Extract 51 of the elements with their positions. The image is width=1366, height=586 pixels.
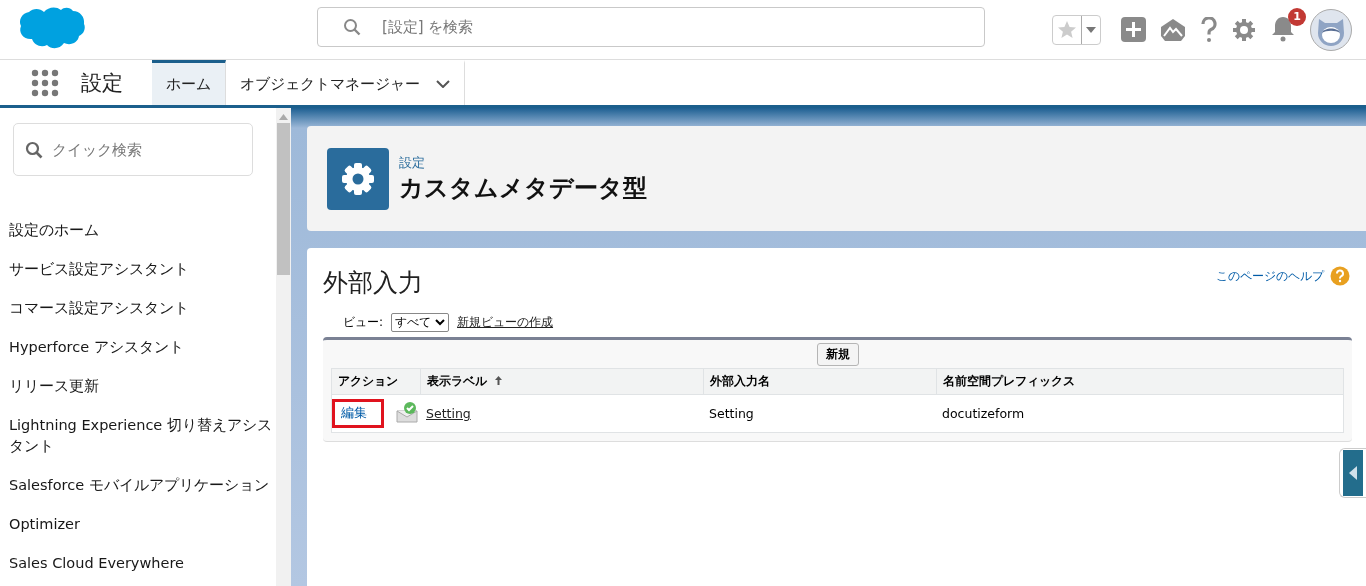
nav-tab[interactable]: ホーム bbox=[152, 60, 226, 105]
sidebar-item[interactable]: Hyperforce アシスタント bbox=[9, 337, 276, 358]
chevron-down-icon[interactable] bbox=[436, 80, 450, 88]
quick-search-field[interactable]: クイック検索 bbox=[13, 123, 253, 176]
caret-icon bbox=[1086, 26, 1096, 33]
view-select[interactable]: すべて bbox=[391, 313, 450, 332]
scrollbar[interactable] bbox=[275, 108, 291, 586]
edit-link[interactable]: 編集 bbox=[332, 399, 384, 428]
settings-icon[interactable] bbox=[1232, 17, 1256, 42]
sidebar-item[interactable]: Lightning Experience 切り替えアシスタント bbox=[9, 415, 276, 457]
sidebar-item[interactable]: コマース設定アシスタント bbox=[9, 298, 276, 319]
sidebar-item[interactable]: 設定のホーム bbox=[9, 220, 276, 241]
help-link[interactable]: このページのヘルプ bbox=[1216, 267, 1324, 285]
collapse-left-icon bbox=[1343, 450, 1363, 496]
sidebar-item[interactable]: サービス設定アシスタント bbox=[9, 259, 276, 280]
side-panel-toggle[interactable] bbox=[1339, 448, 1366, 498]
sidebar-item[interactable]: Salesforce モバイルアプリケーション bbox=[9, 475, 276, 496]
plus-icon[interactable] bbox=[1121, 17, 1146, 42]
app-launcher-icon[interactable] bbox=[31, 68, 59, 97]
new-button[interactable]: 新規 bbox=[816, 343, 859, 366]
app-name: 設定 bbox=[81, 69, 123, 97]
sort-ascending-icon bbox=[494, 376, 502, 385]
sidebar-item[interactable]: リリース更新 bbox=[9, 376, 276, 397]
help-icon[interactable] bbox=[1200, 16, 1218, 43]
sidebar-item[interactable]: Optimizer bbox=[9, 514, 276, 535]
gear-icon bbox=[327, 147, 389, 210]
notification-badge: 1 bbox=[1288, 7, 1306, 26]
search-field[interactable]: [設定] を検索 bbox=[317, 7, 985, 47]
sidebar-item[interactable]: Sales Cloud Everywhere bbox=[9, 553, 276, 574]
column-header[interactable]: 表示ラベル bbox=[420, 368, 703, 395]
page-title: カスタムメタデータ型 bbox=[399, 172, 647, 204]
table-cell: Setting bbox=[709, 406, 754, 421]
column-header[interactable]: 外部入力名 bbox=[703, 368, 936, 395]
create-view-link[interactable]: 新規ビューの作成 bbox=[457, 314, 554, 331]
breadcrumb-link[interactable]: 設定 bbox=[399, 153, 647, 172]
record-link[interactable]: Setting bbox=[426, 406, 471, 421]
search-icon bbox=[343, 18, 361, 36]
record-check-icon bbox=[396, 401, 418, 423]
avatar-icon[interactable] bbox=[1310, 8, 1352, 51]
favorites-button[interactable] bbox=[1052, 14, 1101, 45]
view-label: ビュー: bbox=[343, 314, 384, 331]
column-header[interactable]: 名前空間プレフィックス bbox=[936, 368, 1344, 395]
mountain-icon[interactable] bbox=[1160, 17, 1186, 42]
section-title: 外部入力 bbox=[323, 267, 423, 299]
chevron-down-icon bbox=[435, 319, 446, 326]
search-icon bbox=[25, 141, 43, 159]
column-header[interactable]: アクション bbox=[331, 368, 420, 395]
help-icon[interactable] bbox=[1330, 266, 1350, 286]
star-icon bbox=[1057, 19, 1077, 40]
table-cell: docutizeform bbox=[942, 406, 1025, 421]
scroll-up-icon[interactable] bbox=[278, 114, 288, 120]
